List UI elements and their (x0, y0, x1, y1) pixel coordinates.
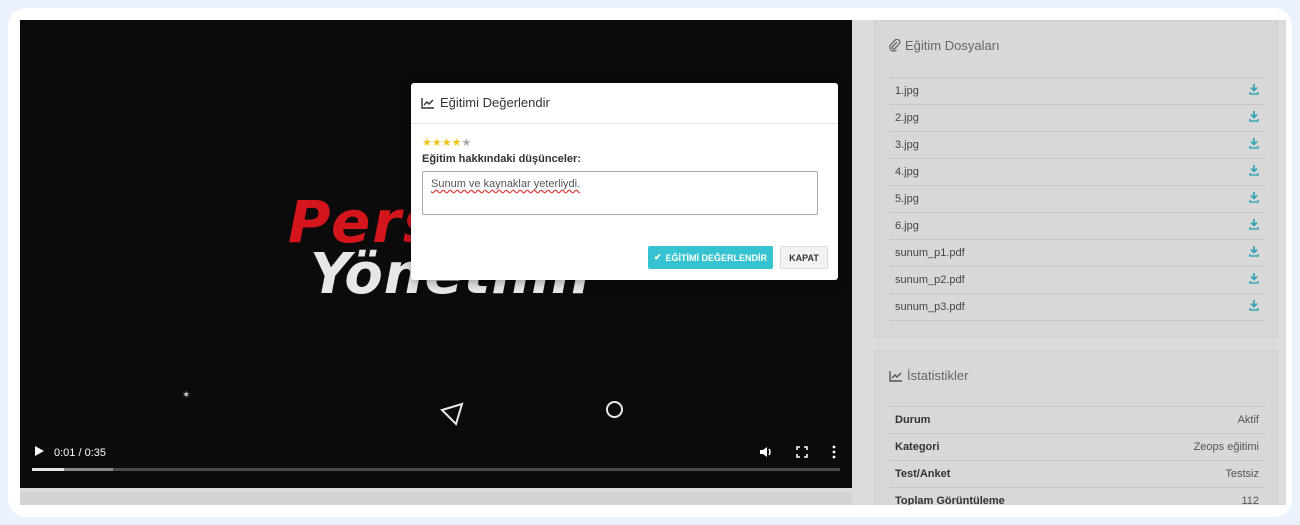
stats-row: Toplam Görüntüleme 112 (889, 488, 1265, 505)
star-empty-icon[interactable]: ★ (462, 138, 472, 149)
star-decoration-icon: ✶ (182, 390, 191, 401)
file-name[interactable]: 4.jpg (895, 166, 919, 178)
line-chart-icon (421, 97, 434, 109)
file-row: 2.jpg (889, 105, 1265, 132)
circle-decoration-icon (606, 401, 623, 418)
file-row: sunum_p1.pdf (889, 240, 1265, 267)
progress-played (32, 468, 65, 471)
files-panel-title-text: Eğitim Dosyaları (905, 38, 1000, 53)
file-name[interactable]: 2.jpg (895, 112, 919, 124)
file-row: sunum_p3.pdf (889, 294, 1265, 321)
star-filled-icon[interactable]: ★ (442, 138, 452, 149)
rate-training-modal: Eğitimi Değerlendir ★ ★ ★ ★ ★ Eğitim hakkınd… (411, 83, 838, 280)
video-time: 0:01 / 0:35 (54, 447, 106, 459)
stats-value: Testsiz (1225, 468, 1259, 480)
stats-panel-title-text: İstatistikler (907, 368, 969, 383)
stats-list: Durum Aktif Kategori Zeops eğitimi Test/Anke… (889, 406, 1265, 505)
stats-row: Test/Anket Testsiz (889, 461, 1265, 488)
rate-training-button-label: EĞİTİMİ DEĞERLENDİR (665, 252, 768, 263)
star-filled-icon[interactable]: ★ (452, 138, 462, 149)
file-name[interactable]: 3.jpg (895, 139, 919, 151)
stats-key: Durum (895, 414, 931, 426)
file-row: 3.jpg (889, 132, 1265, 159)
download-icon[interactable] (1249, 138, 1259, 149)
modal-title: Eğitimi Değerlendir (421, 95, 550, 110)
page: Pers Yönetimi ✶ 0:01 / 0:35 (20, 20, 1286, 505)
file-list: 1.jpg 2.jpg 3.jpg 4.jpg 5.jpg 6.jpg sunum_p1.p… (889, 77, 1265, 321)
statistics-panel: İstatistikler Durum Aktif Kategori Zeops eğ… (874, 350, 1278, 505)
stats-key: Test/Anket (895, 468, 951, 480)
files-panel-title: Eğitim Dosyaları (889, 38, 1000, 53)
play-icon[interactable] (32, 444, 46, 458)
modal-header: Eğitimi Değerlendir (411, 83, 838, 124)
video-progress-bar[interactable] (32, 468, 840, 471)
stats-row: Durum Aktif (889, 407, 1265, 434)
paperclip-icon (889, 39, 901, 52)
download-icon[interactable] (1249, 300, 1259, 311)
file-name[interactable]: 5.jpg (895, 193, 919, 205)
download-icon[interactable] (1249, 111, 1259, 122)
file-name[interactable]: 1.jpg (895, 85, 919, 97)
line-chart-icon (889, 370, 902, 382)
triangle-decoration-icon (440, 402, 464, 426)
file-name[interactable]: sunum_p1.pdf (895, 247, 965, 259)
modal-title-text: Eğitimi Değerlendir (440, 95, 550, 110)
download-icon[interactable] (1249, 192, 1259, 203)
star-filled-icon[interactable]: ★ (422, 138, 432, 149)
file-row: 1.jpg (889, 78, 1265, 105)
stats-value: 112 (1241, 495, 1259, 505)
check-icon: ✔ (653, 252, 662, 262)
file-row: 5.jpg (889, 186, 1265, 213)
stats-value: Aktif (1237, 414, 1259, 426)
download-icon[interactable] (1249, 84, 1259, 95)
rating-stars[interactable]: ★ ★ ★ ★ ★ (422, 138, 471, 149)
file-row: 6.jpg (889, 213, 1265, 240)
star-filled-icon[interactable]: ★ (432, 138, 442, 149)
file-name[interactable]: sunum_p3.pdf (895, 301, 965, 313)
file-row: 4.jpg (889, 159, 1265, 186)
stats-panel-title: İstatistikler (889, 368, 968, 383)
training-files-panel: Eğitim Dosyaları 1.jpg 2.jpg 3.jpg 4.jpg 5.j… (874, 20, 1278, 338)
file-name[interactable]: 6.jpg (895, 220, 919, 232)
stats-key: Toplam Görüntüleme (895, 495, 1005, 505)
download-icon[interactable] (1249, 165, 1259, 176)
fullscreen-icon[interactable] (794, 444, 810, 460)
file-row: sunum_p2.pdf (889, 267, 1265, 294)
volume-icon[interactable] (758, 444, 774, 460)
download-icon[interactable] (1249, 219, 1259, 230)
window-frame: Pers Yönetimi ✶ 0:01 / 0:35 (8, 8, 1292, 517)
download-icon[interactable] (1249, 246, 1259, 257)
file-name[interactable]: sunum_p2.pdf (895, 274, 965, 286)
video-controls: 0:01 / 0:35 (20, 438, 852, 488)
content-strip (20, 492, 852, 505)
stats-row: Kategori Zeops eğitimi (889, 434, 1265, 461)
comment-textarea[interactable]: Sunum ve kaynaklar yeterliydi. (422, 171, 818, 215)
close-button[interactable]: KAPAT (780, 246, 828, 269)
rate-training-button[interactable]: ✔ EĞİTİMİ DEĞERLENDİR (648, 246, 773, 269)
stats-key: Kategori (895, 441, 940, 453)
comment-label: Eğitim hakkındaki düşünceler: (422, 153, 581, 165)
download-icon[interactable] (1249, 273, 1259, 284)
stats-value: Zeops eğitimi (1193, 441, 1259, 453)
more-options-icon[interactable] (828, 444, 840, 460)
